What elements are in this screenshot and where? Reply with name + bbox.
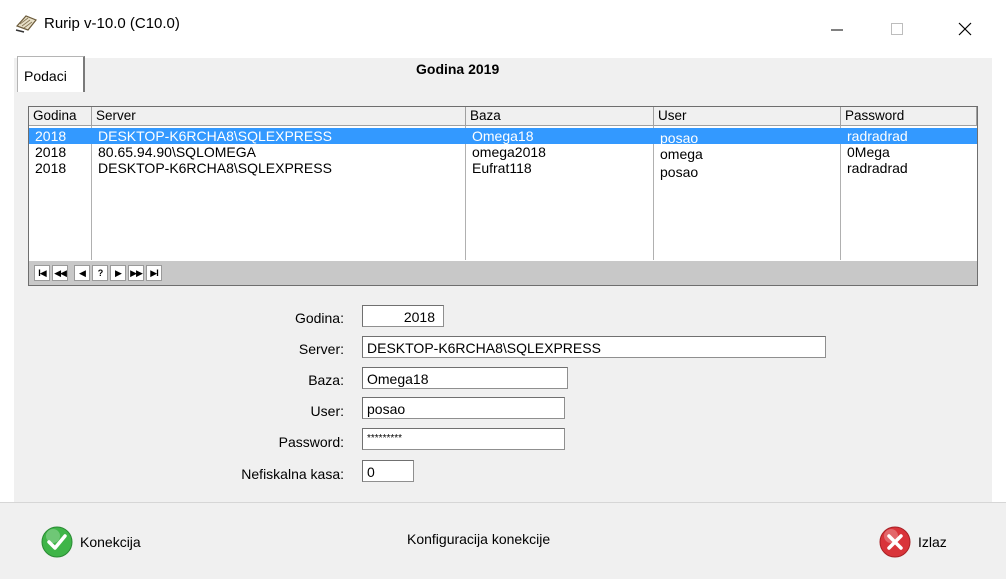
maximize-button[interactable] (872, 0, 922, 58)
cell-password: radradrad (847, 160, 908, 176)
cell-server: 80.65.94.90\SQLOMEGA (98, 144, 256, 160)
izlaz-button[interactable]: Izlaz (878, 525, 947, 559)
godina-field[interactable]: 2018 (362, 305, 444, 327)
grid-navigator: I◀ ◀◀ ◀ ? ▶ ▶▶ ▶I (29, 261, 977, 285)
connections-grid[interactable]: Godina Server Baza User Password 2018 DE… (28, 106, 978, 286)
table-row[interactable]: 2018 DESKTOP-K6RCHA8\SQLEXPRESS Omega18 … (29, 128, 977, 146)
close-icon (958, 22, 972, 36)
nefiskalna-kasa-label: Nefiskalna kasa: (241, 466, 344, 482)
tab-podaci[interactable]: Podaci (17, 56, 85, 92)
cell-godina: 2018 (35, 144, 67, 160)
title-bar: Rurip v-10.0 (C10.0) (0, 0, 1006, 58)
table-row[interactable]: 2018 DESKTOP-K6RCHA8\SQLEXPRESS Eufrat11… (29, 160, 977, 180)
cell-baza: omega2018 (472, 144, 546, 160)
window-title: Rurip v-10.0 (C10.0) (44, 15, 180, 32)
konekcija-label: Konekcija (80, 534, 141, 550)
page-title: Godina 2019 (416, 61, 500, 77)
cell-user: posao (660, 164, 699, 180)
close-circle-icon (879, 526, 911, 558)
konekcija-button[interactable]: Konekcija (40, 525, 141, 559)
column-header-server[interactable]: Server (92, 107, 466, 126)
close-button[interactable] (940, 0, 990, 58)
nefiskalna-kasa-field[interactable]: 0 (362, 460, 414, 482)
nav-last-button[interactable]: ▶I (146, 265, 162, 281)
maximize-icon (891, 23, 903, 35)
nav-first-button[interactable]: I◀ (34, 265, 50, 281)
user-field[interactable]: posao (362, 397, 565, 419)
status-text: Konfiguracija konekcije (407, 531, 551, 547)
nav-next-button[interactable]: ▶ (110, 265, 126, 281)
cell-godina: 2018 (35, 128, 67, 144)
column-header-godina[interactable]: Godina (29, 107, 92, 126)
cell-baza: Omega18 (472, 128, 534, 144)
user-label: User: (310, 403, 344, 419)
grid-body: 2018 DESKTOP-K6RCHA8\SQLEXPRESS Omega18 … (29, 126, 977, 260)
godina-label: Godina: (294, 310, 344, 326)
cell-server: DESKTOP-K6RCHA8\SQLEXPRESS (98, 128, 332, 144)
server-field[interactable]: DESKTOP-K6RCHA8\SQLEXPRESS (362, 336, 826, 358)
grid-header: Godina Server Baza User Password (29, 107, 977, 126)
izlaz-label: Izlaz (918, 534, 947, 550)
nav-prev-page-button[interactable]: ◀◀ (52, 265, 68, 281)
check-icon (41, 526, 73, 558)
column-header-password[interactable]: Password (841, 107, 977, 126)
column-header-user[interactable]: User (654, 107, 841, 126)
server-label: Server: (298, 341, 344, 357)
cell-baza: Eufrat118 (472, 160, 532, 176)
cell-server: DESKTOP-K6RCHA8\SQLEXPRESS (98, 160, 332, 176)
minimize-button[interactable] (812, 0, 862, 58)
cell-password: radradrad (847, 128, 908, 144)
nav-next-page-button[interactable]: ▶▶ (128, 265, 144, 281)
cell-password: 0Mega (847, 144, 890, 160)
cell-godina: 2018 (35, 160, 67, 176)
baza-label: Baza: (308, 372, 344, 388)
column-header-baza[interactable]: Baza (466, 107, 654, 126)
password-field[interactable]: ********* (362, 428, 565, 450)
minimize-icon (831, 29, 843, 31)
baza-field[interactable]: Omega18 (362, 367, 568, 389)
table-row[interactable]: 2018 80.65.94.90\SQLOMEGA omega2018 omeg… (29, 144, 977, 162)
password-label: Password: (278, 434, 344, 450)
nav-prev-button[interactable]: ◀ (74, 265, 90, 281)
nav-search-button[interactable]: ? (92, 265, 108, 281)
app-icon (15, 15, 37, 33)
